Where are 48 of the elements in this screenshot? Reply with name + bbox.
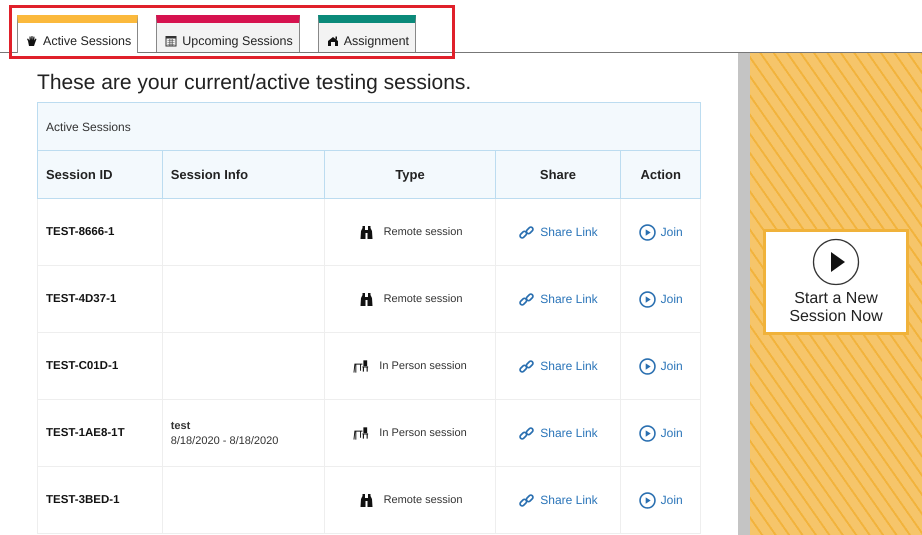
play-icon [638,492,656,508]
link-icon [518,224,535,240]
link-icon [518,292,535,306]
tab[interactable]: Active Sessions [17,15,138,53]
session-type: Remote session [384,494,462,506]
binoculars-icon [358,224,375,240]
binoculars-icon [358,492,375,508]
calendar-icon [165,34,178,46]
session-type: Remote session [384,226,462,238]
column-header: Share [495,150,621,198]
join-link[interactable]: Join [629,290,692,308]
link-icon [518,492,535,508]
session-id-cell: TEST-C01D-1 [38,332,162,400]
column-header: Type [324,150,496,198]
session-id-cell: TEST-3BED-1 [38,466,162,534]
link-icon [518,426,535,440]
join-link[interactable]: Join [629,358,692,374]
scrollbar[interactable] [738,53,750,535]
play-icon [638,358,656,374]
desk-icon [353,425,370,441]
session-type: In Person session [379,427,467,439]
link-icon [518,358,535,374]
page-heading: These are your current/active testing sessions. [37,71,472,95]
session-id-cell: TEST-8666-1 [38,198,162,266]
join-link[interactable]: Join [629,424,692,442]
column-header: Session Info [162,150,325,198]
session-dates: 8/18/2020 - 8/18/2020 [170,434,280,446]
session-id-cell: TEST-4D37-1 [38,266,162,332]
table-title: Active Sessions [38,102,700,150]
session-type: Remote session [384,293,462,305]
start-session-button[interactable]: Start a New Session Now [763,229,909,335]
play-icon [812,238,860,285]
play-icon [638,290,656,308]
join-link[interactable]: Join [629,224,692,240]
tab[interactable]: Upcoming Sessions [156,15,300,52]
session-id-cell: TEST-1AE8-1T [38,400,162,466]
play-icon [638,224,656,240]
column-header: Session ID [38,150,162,198]
play-icon [638,424,656,442]
session-name: test [170,420,192,432]
column-header: Action [620,150,700,198]
house-icon [326,34,339,46]
desk-icon [353,358,370,374]
binoculars-icon [358,291,375,307]
session-type: In Person session [379,360,467,372]
hand-icon [26,35,38,47]
tab[interactable]: Assignment [318,15,416,52]
join-link[interactable]: Join [629,492,692,508]
